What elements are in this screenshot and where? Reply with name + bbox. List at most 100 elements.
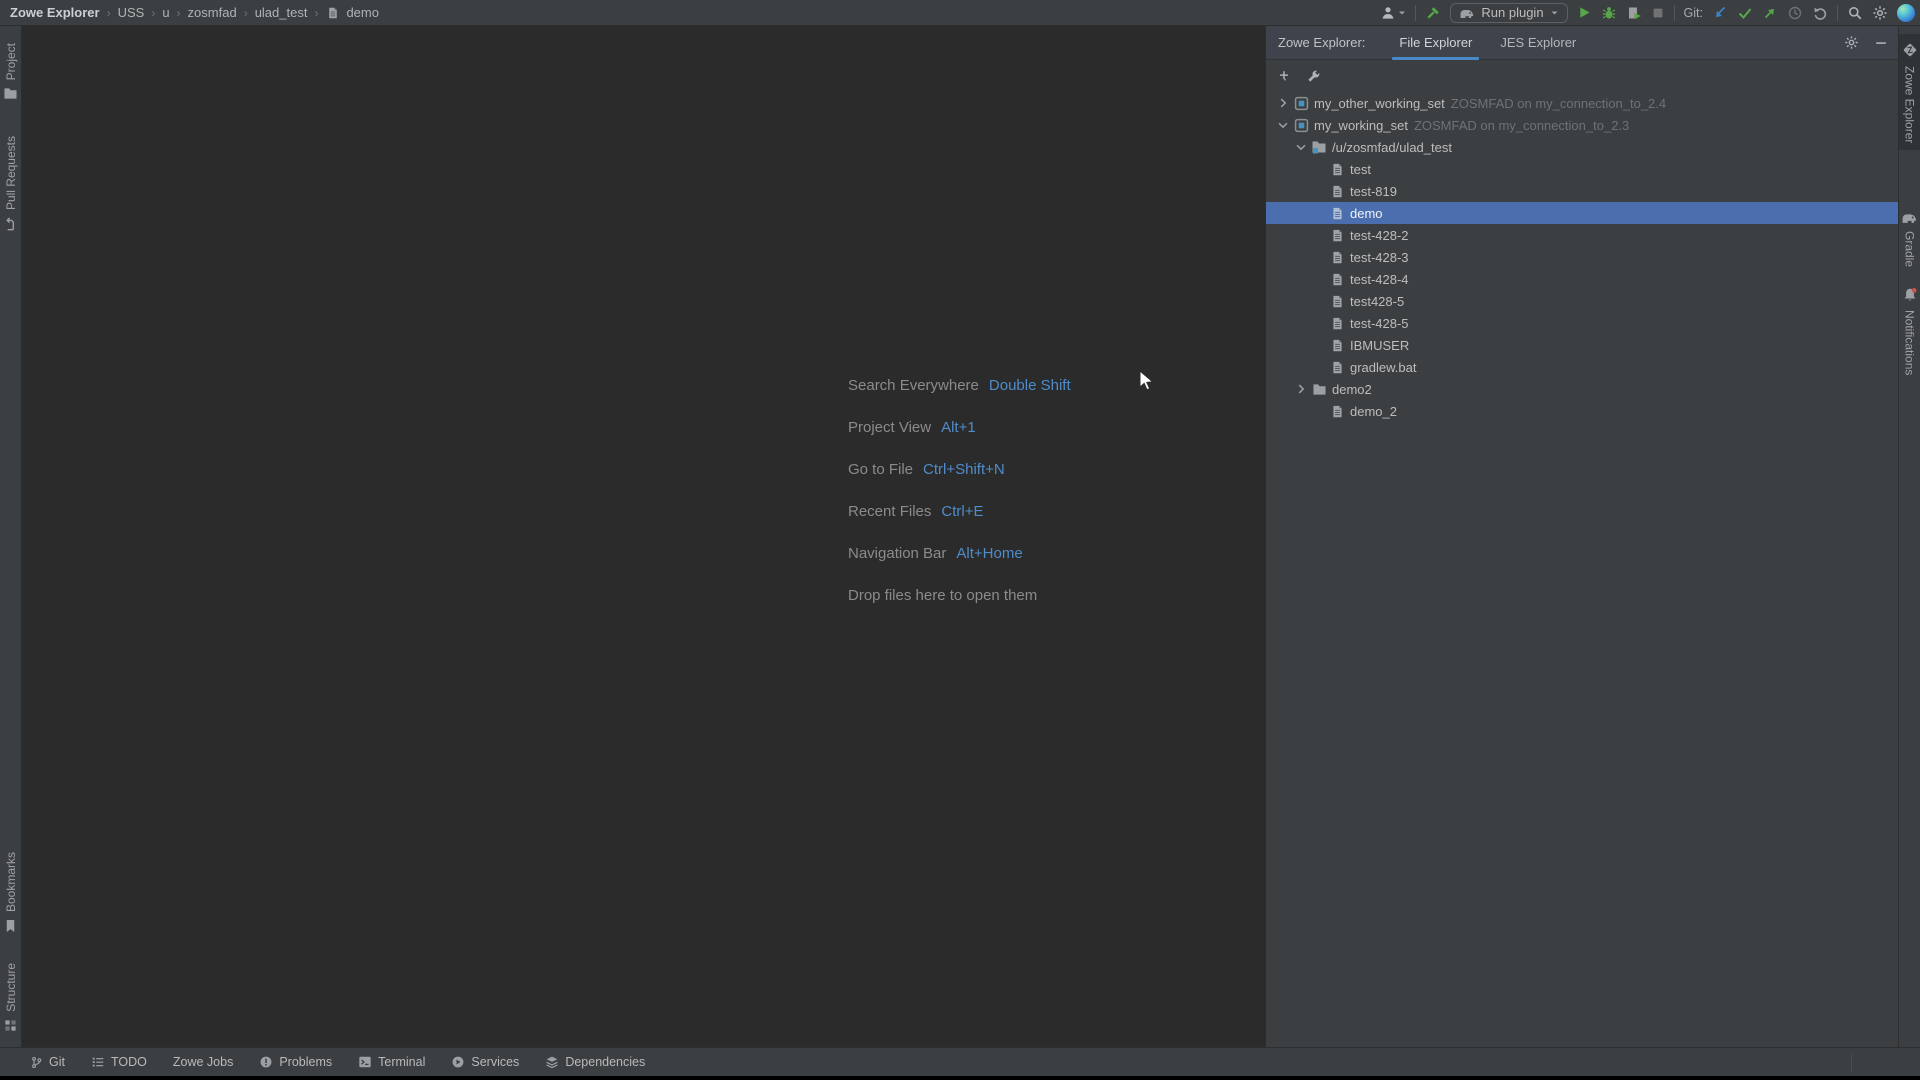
breadcrumb-item-zosmfad[interactable]: zosmfad [188, 5, 237, 20]
tree-item-file[interactable]: test-428-2 [1266, 224, 1898, 246]
git-branch-icon [30, 1055, 43, 1070]
stripe-button-notifications[interactable]: Notifications [1899, 280, 1920, 382]
breadcrumb-item-demo[interactable]: demo [346, 5, 379, 20]
git-push-button[interactable] [1762, 5, 1778, 21]
statusbar-item-services[interactable]: Services [451, 1055, 519, 1069]
folder-icon [1310, 383, 1328, 396]
toolbar-separator [1837, 5, 1838, 21]
tree-item-file[interactable]: demo_2 [1266, 400, 1898, 422]
hint-label: Navigation Bar [848, 545, 946, 562]
tree-item-working-set[interactable]: my_working_set ZOSMFAD on my_connection_… [1266, 114, 1898, 136]
tool-window-title: Zowe Explorer: [1278, 35, 1365, 50]
debug-button[interactable] [1601, 5, 1617, 21]
tool-window-header: Zowe Explorer: File Explorer JES Explore… [1266, 26, 1898, 60]
terminal-icon [358, 1055, 372, 1069]
file-icon [1328, 206, 1346, 221]
gradle-icon [1901, 211, 1918, 224]
hint-shortcut: Double Shift [989, 377, 1071, 394]
hint-shortcut: Alt+1 [941, 419, 976, 436]
tree-item-file[interactable]: test428-5 [1266, 290, 1898, 312]
breadcrumb-chevron-icon: › [244, 6, 248, 20]
run-button[interactable] [1577, 5, 1592, 20]
file-icon [1328, 184, 1346, 199]
breadcrumb-item-uss[interactable]: USS [118, 5, 145, 20]
breadcrumb-item-zowe-explorer[interactable]: Zowe Explorer [10, 5, 100, 20]
right-tool-window-stripe: Z Zowe Explorer Gradle Notifications [1898, 26, 1920, 1047]
tree-item-folder[interactable]: demo2 [1266, 378, 1898, 400]
user-account-button[interactable] [1380, 5, 1406, 21]
breadcrumb: Zowe Explorer › USS › u › zosmfad › ulad… [10, 5, 379, 20]
breadcrumb-item-ulad-test[interactable]: ulad_test [255, 5, 308, 20]
chevron-down-icon[interactable] [1292, 140, 1310, 154]
breadcrumb-chevron-icon: › [151, 6, 155, 20]
status-bar: Git TODO Zowe Jobs Problems Terminal Ser… [0, 1047, 1920, 1076]
tab-jes-explorer[interactable]: JES Explorer [1490, 26, 1586, 60]
statusbar-item-dependencies[interactable]: Dependencies [545, 1055, 645, 1069]
chevron-down-icon [1550, 10, 1559, 16]
code-with-me-icon[interactable] [1897, 4, 1915, 22]
chevron-down-icon [1398, 10, 1406, 16]
statusbar-item-git[interactable]: Git [30, 1055, 65, 1070]
statusbar-item-terminal[interactable]: Terminal [358, 1055, 425, 1069]
rollback-button[interactable] [1812, 5, 1828, 21]
tree-item-file-selected[interactable]: demo [1266, 202, 1898, 224]
project-folder-icon [3, 87, 18, 100]
edit-wrench-button[interactable] [1306, 69, 1321, 84]
main-toolbar: Run plugin Git: [1380, 3, 1915, 23]
tool-window-settings-gear-button[interactable] [1844, 35, 1859, 50]
zowe-icon: Z [1901, 41, 1919, 59]
mouse-cursor [1139, 370, 1157, 394]
git-commit-button[interactable] [1737, 5, 1753, 21]
tree-item-working-set[interactable]: my_other_working_set ZOSMFAD on my_conne… [1266, 92, 1898, 114]
gradle-icon [1459, 7, 1475, 19]
settings-gear-button[interactable] [1872, 5, 1888, 21]
tree-item-file[interactable]: test-428-3 [1266, 246, 1898, 268]
tab-file-explorer[interactable]: File Explorer [1389, 26, 1482, 60]
stripe-button-pull-requests[interactable]: Pull Requests [0, 129, 22, 239]
file-icon [1328, 228, 1346, 243]
stripe-button-zowe-explorer[interactable]: Z Zowe Explorer [1899, 34, 1920, 150]
add-working-set-button[interactable] [1277, 69, 1291, 83]
hint-label: Project View [848, 419, 931, 436]
tree-item-file[interactable]: gradlew.bat [1266, 356, 1898, 378]
run-with-coverage-button[interactable] [1626, 5, 1642, 21]
problems-icon [259, 1055, 273, 1069]
stop-button[interactable] [1651, 6, 1665, 20]
tree-item-file[interactable]: test [1266, 158, 1898, 180]
dependencies-layers-icon [545, 1055, 559, 1069]
bookmark-icon [4, 919, 17, 933]
statusbar-item-problems[interactable]: Problems [259, 1055, 332, 1069]
file-icon [1328, 316, 1346, 331]
hint-shortcut: Ctrl+E [941, 503, 983, 520]
statusbar-item-zowe-jobs[interactable]: Zowe Jobs [173, 1055, 233, 1069]
tree-item-file[interactable]: test-428-5 [1266, 312, 1898, 334]
file-icon [1328, 338, 1346, 353]
hint-row: Recent Files Ctrl+E [848, 498, 1071, 524]
hint-row: Navigation Bar Alt+Home [848, 540, 1071, 566]
tree-item-uss-path[interactable]: /u/zosmfad/ulad_test [1266, 136, 1898, 158]
tree-item-file[interactable]: test-819 [1266, 180, 1898, 202]
editor-empty-area[interactable]: Search Everywhere Double Shift Project V… [22, 26, 1265, 1047]
breadcrumb-chevron-icon: › [107, 6, 111, 20]
navigation-bar: Zowe Explorer › USS › u › zosmfad › ulad… [0, 0, 1920, 26]
git-update-button[interactable] [1712, 5, 1728, 21]
build-hammer-button[interactable] [1425, 5, 1441, 21]
chevron-right-icon[interactable] [1274, 96, 1292, 110]
stripe-button-bookmarks[interactable]: Bookmarks [0, 845, 22, 940]
hide-tool-window-button[interactable] [1874, 36, 1888, 50]
hint-row: Drop files here to open them [848, 582, 1071, 608]
stripe-button-gradle[interactable]: Gradle [1899, 204, 1920, 274]
breadcrumb-item-u[interactable]: u [162, 5, 169, 20]
statusbar-item-todo[interactable]: TODO [91, 1055, 147, 1069]
tree-item-file[interactable]: IBMUSER [1266, 334, 1898, 356]
search-everywhere-button[interactable] [1847, 5, 1863, 21]
chevron-down-icon[interactable] [1274, 118, 1292, 132]
tree-item-file[interactable]: test-428-4 [1266, 268, 1898, 290]
history-button[interactable] [1787, 5, 1803, 21]
stripe-button-project[interactable]: Project [0, 36, 22, 107]
tool-window-toolbar [1266, 60, 1898, 92]
chevron-right-icon[interactable] [1292, 382, 1310, 396]
stripe-button-structure[interactable]: Structure [0, 956, 22, 1039]
editor-shortcut-hints: Search Everywhere Double Shift Project V… [848, 372, 1071, 624]
run-configuration-select[interactable]: Run plugin [1450, 3, 1567, 23]
